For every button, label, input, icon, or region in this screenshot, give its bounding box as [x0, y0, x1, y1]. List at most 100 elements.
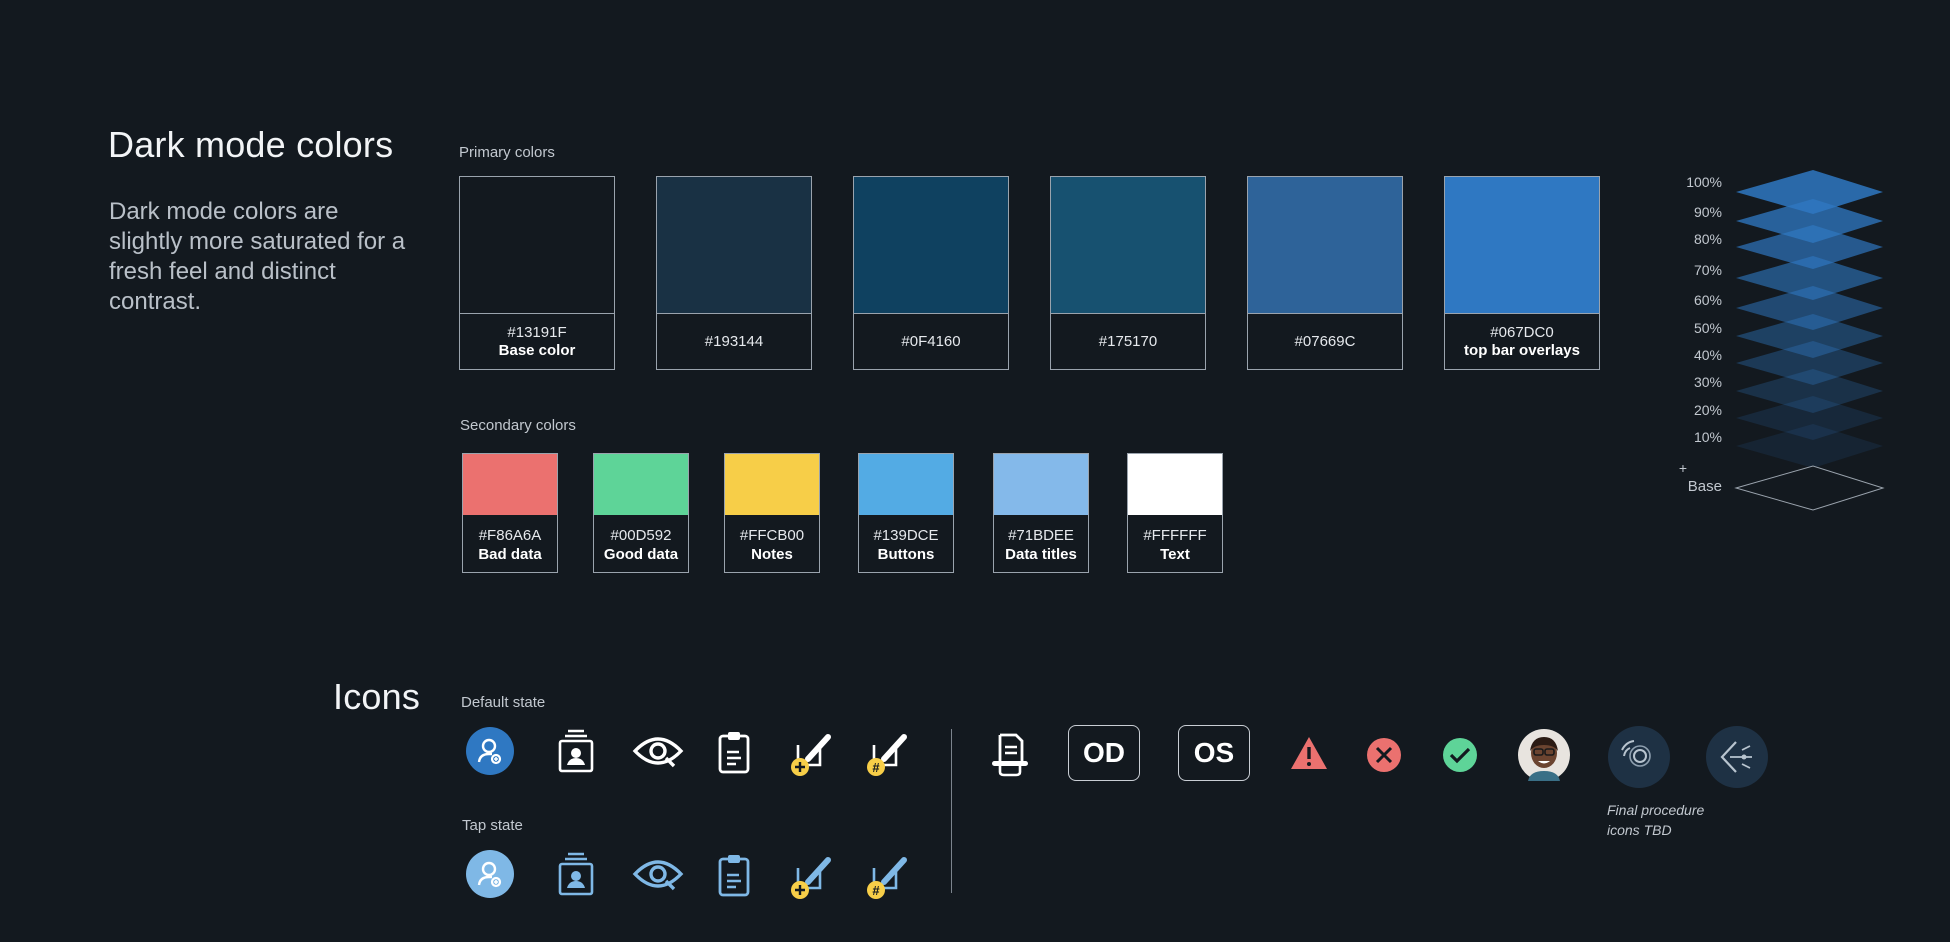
primary-swatch: #067DC0 top bar overlays — [1444, 176, 1600, 370]
primary-swatch: #07669C — [1247, 176, 1403, 370]
icons-title: Icons — [333, 676, 421, 717]
swatch-caption: #FFFFFF Text — [1128, 515, 1222, 574]
swatch-fill — [1248, 177, 1402, 314]
tap-state-label: Tap state — [462, 817, 523, 834]
swatch-hex: #FFFFFF — [1143, 526, 1207, 544]
procedure-note: Final procedure icons TBD — [1607, 800, 1704, 840]
edit-plus-icon[interactable] — [786, 727, 834, 779]
swatch-caption: #00D592 Good data — [594, 515, 688, 574]
opacity-label: 60% — [1693, 292, 1722, 308]
swatch-caption: #07669C — [1248, 314, 1402, 370]
swatch-hex: #07669C — [1294, 333, 1356, 350]
plus-label: + — [1678, 460, 1688, 476]
swatch-name: Base color — [498, 342, 576, 359]
primary-swatch: #13191F Base color — [459, 176, 615, 370]
patient-card-icon[interactable] — [552, 727, 600, 775]
swatch-name: Buttons — [877, 545, 935, 563]
swatch-fill — [859, 454, 953, 515]
swatch-fill — [725, 454, 819, 515]
swatch-hex: #139DCE — [873, 526, 939, 544]
opacity-layers-graphic — [1734, 170, 1885, 511]
opacity-label: 90% — [1693, 204, 1722, 220]
swatch-caption: #0F4160 — [854, 314, 1008, 370]
eye-icon[interactable] — [632, 727, 684, 775]
avatar[interactable] — [1518, 729, 1570, 781]
swatch-fill — [460, 177, 614, 314]
edit-hash-icon[interactable]: # — [862, 727, 910, 779]
secondary-swatch: #71BDEE Data titles — [993, 453, 1089, 573]
procedure-1-icon[interactable] — [1608, 726, 1670, 788]
swatch-caption: #F86A6A Bad data — [463, 515, 557, 574]
svg-text:#: # — [872, 883, 880, 898]
primary-swatch: #175170 — [1050, 176, 1206, 370]
swatch-hex: #00D592 — [610, 526, 672, 544]
add-user-icon-tap[interactable] — [466, 850, 514, 898]
colors-title: Dark mode colors — [108, 124, 394, 165]
swatch-name: Text — [1160, 545, 1190, 563]
primary-colors-label: Primary colors — [459, 144, 555, 161]
swatch-fill — [657, 177, 811, 314]
add-user-icon[interactable] — [466, 727, 514, 775]
error-icon — [1366, 737, 1402, 773]
icon-divider — [951, 729, 952, 893]
swatch-hex: #067DC0 — [1490, 324, 1554, 341]
swatch-name: Data titles — [1005, 545, 1077, 563]
default-state-label: Default state — [461, 694, 546, 711]
swatch-hex: #0F4160 — [901, 333, 961, 350]
edit-hash-icon-tap[interactable]: # — [862, 850, 910, 902]
od-button[interactable]: OD — [1068, 725, 1140, 781]
edit-plus-icon-tap[interactable] — [786, 850, 834, 902]
swatch-name: Notes — [751, 545, 793, 563]
swatch-fill — [1128, 454, 1222, 515]
swatch-caption: #FFCB00 Notes — [725, 515, 819, 574]
secondary-swatch: #139DCE Buttons — [858, 453, 954, 573]
success-icon — [1442, 737, 1478, 773]
procedure-note-line2: icons TBD — [1607, 822, 1672, 838]
swatch-fill — [1051, 177, 1205, 314]
swatch-name: Bad data — [478, 545, 542, 563]
swatch-hex: #FFCB00 — [739, 526, 805, 544]
warning-icon — [1290, 735, 1328, 771]
swatch-name: Good data — [603, 545, 679, 563]
swatch-caption: #067DC0 top bar overlays — [1445, 314, 1599, 370]
swatch-hex: #71BDEE — [1008, 526, 1074, 544]
opacity-label: 50% — [1693, 320, 1722, 336]
secondary-colors-label: Secondary colors — [460, 417, 576, 434]
swatch-hex: #F86A6A — [478, 526, 542, 544]
swatch-caption: #139DCE Buttons — [859, 515, 953, 574]
opacity-label: 70% — [1693, 262, 1722, 278]
swatch-name: top bar overlays — [1464, 342, 1580, 359]
clipboard-icon-tap[interactable] — [714, 850, 754, 898]
swatch-caption: #193144 — [657, 314, 811, 370]
opacity-label: 40% — [1693, 347, 1722, 363]
swatch-caption: #175170 — [1051, 314, 1205, 370]
eye-icon-tap[interactable] — [632, 850, 684, 898]
swatch-hex: #193144 — [704, 333, 764, 350]
swatch-caption: #13191F Base color — [460, 314, 614, 370]
base-layer — [1734, 465, 1885, 511]
primary-swatch: #0F4160 — [853, 176, 1009, 370]
opacity-label: 80% — [1693, 231, 1722, 247]
colors-description: Dark mode colors are slightly more satur… — [109, 198, 406, 315]
chin-rest-icon[interactable] — [988, 729, 1032, 779]
swatch-fill — [594, 454, 688, 515]
primary-swatch: #193144 — [656, 176, 812, 370]
os-button[interactable]: OS — [1178, 725, 1250, 781]
swatch-hex: #175170 — [1098, 333, 1158, 350]
opacity-label: 30% — [1693, 374, 1722, 390]
swatch-caption: #71BDEE Data titles — [994, 515, 1088, 574]
secondary-swatch: #00D592 Good data — [593, 453, 689, 573]
opacity-label: 100% — [1686, 174, 1722, 190]
swatch-fill — [1445, 177, 1599, 314]
patient-card-icon-tap[interactable] — [552, 850, 600, 898]
secondary-swatch: #FFFFFF Text — [1127, 453, 1223, 573]
swatch-fill — [854, 177, 1008, 314]
clipboard-icon[interactable] — [714, 727, 754, 775]
procedure-note-line1: Final procedure — [1607, 802, 1705, 818]
swatch-fill — [994, 454, 1088, 515]
secondary-swatch: #F86A6A Bad data — [462, 453, 558, 573]
procedure-2-icon[interactable] — [1706, 726, 1768, 788]
opacity-label: 10% — [1693, 429, 1722, 445]
secondary-swatch: #FFCB00 Notes — [724, 453, 820, 573]
swatch-fill — [463, 454, 557, 515]
